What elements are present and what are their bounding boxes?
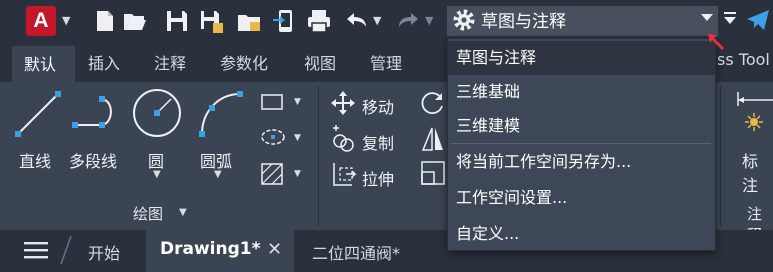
save-as-icon[interactable]	[198, 8, 224, 34]
menu-item-customize[interactable]: 自定义...	[448, 217, 715, 251]
ellipse-dropdown-icon[interactable]: ▼	[294, 133, 301, 143]
close-tab-icon[interactable]: ✕	[267, 239, 282, 260]
draw-panel-expand-icon[interactable]: ▼	[179, 207, 187, 218]
ellipse-tool-icon[interactable]	[260, 126, 286, 148]
tab-parametric[interactable]: 参数化	[220, 50, 268, 74]
app-menu-arrow-icon[interactable]: ▼	[62, 14, 70, 27]
customize-toolbar-icon[interactable]	[724, 11, 736, 25]
menu-item-3d-basics[interactable]: 三维基础	[448, 75, 715, 109]
send-icon[interactable]	[746, 8, 770, 32]
menu-separator	[451, 143, 711, 144]
open-folder-icon[interactable]	[122, 8, 148, 34]
tab-manage[interactable]: 管理	[370, 50, 402, 74]
workspace-current-label: 草图与注释	[481, 12, 566, 32]
chevron-down-icon[interactable]	[701, 12, 713, 22]
print-icon[interactable]	[306, 8, 332, 34]
arc-tool-icon[interactable]	[196, 88, 248, 140]
dimension-tool-label[interactable]: 标注	[742, 148, 773, 196]
polyline-tool-label[interactable]: 多段线	[69, 148, 117, 172]
new-file-icon[interactable]	[92, 8, 118, 34]
line-tool-icon[interactable]	[12, 88, 64, 140]
tab-default[interactable]: 默认	[12, 46, 75, 82]
copy-icon[interactable]	[330, 125, 358, 153]
arc-dropdown-icon[interactable]: ▼	[214, 169, 222, 180]
polyline-tool-icon[interactable]	[70, 88, 126, 140]
circle-tool-icon[interactable]	[130, 86, 184, 140]
rectangle-tool-icon[interactable]	[260, 92, 284, 112]
app-logo-button[interactable]: A	[26, 6, 56, 36]
move-icon[interactable]	[330, 90, 356, 116]
panel-divider	[720, 86, 721, 226]
line-tool-label[interactable]: 直线	[19, 148, 51, 172]
rotate-icon[interactable]	[420, 90, 446, 116]
menu-item-workspace-settings[interactable]: 工作空间设置...	[448, 181, 715, 215]
menu-item-drafting-annotation[interactable]: 草图与注释	[448, 41, 715, 75]
redo-icon[interactable]	[396, 8, 422, 34]
workspace-dropdown-menu: 草图与注释 三维基础 三维建模 将当前工作空间另存为... 工作空间设置... …	[447, 38, 716, 251]
hatch-tool-icon[interactable]	[260, 162, 284, 186]
tab-annotate[interactable]: 注释	[154, 50, 186, 74]
draw-panel-title[interactable]: 绘图	[133, 203, 163, 224]
red-arrow-pointer-icon	[708, 33, 724, 50]
valve-drawing-tab[interactable]: 二位四通阀*	[312, 240, 400, 264]
hamburger-menu-icon[interactable]	[24, 240, 50, 260]
save-icon[interactable]	[164, 8, 190, 34]
stretch-tool-label[interactable]: 拉伸	[362, 166, 394, 190]
rectangle-dropdown-icon[interactable]: ▼	[294, 97, 301, 107]
circle-dropdown-icon[interactable]: ▼	[153, 169, 161, 180]
tab-express-tools[interactable]: ss Tool	[717, 50, 770, 69]
start-tab[interactable]: 开始	[88, 240, 120, 264]
tab-insert[interactable]: 插入	[88, 50, 120, 74]
redo-dropdown-icon[interactable]: ▼	[425, 14, 433, 27]
move-tool-label[interactable]: 移动	[362, 94, 394, 118]
tab-default-label: 默认	[24, 55, 57, 74]
hatch-dropdown-icon[interactable]: ▼	[294, 169, 301, 179]
stretch-icon[interactable]	[330, 160, 358, 188]
drawing1-tab-label: Drawing1*	[160, 239, 261, 259]
tab-divider-icon	[60, 235, 72, 265]
scale-icon[interactable]	[420, 160, 446, 186]
copy-tool-label[interactable]: 复制	[362, 130, 394, 154]
mirror-icon[interactable]	[420, 125, 446, 153]
gear-icon	[453, 9, 475, 31]
open-drawing-icon[interactable]	[236, 8, 262, 34]
menu-item-3d-modeling[interactable]: 三维建模	[448, 109, 715, 143]
export-icon[interactable]	[272, 8, 298, 34]
undo-dropdown-icon[interactable]: ▼	[373, 14, 381, 27]
menu-item-save-workspace-as[interactable]: 将当前工作空间另存为...	[448, 145, 715, 179]
undo-icon[interactable]	[343, 8, 369, 34]
dimension-icon[interactable]	[734, 92, 773, 142]
panel-divider	[318, 86, 319, 226]
tab-view[interactable]: 视图	[304, 50, 336, 74]
